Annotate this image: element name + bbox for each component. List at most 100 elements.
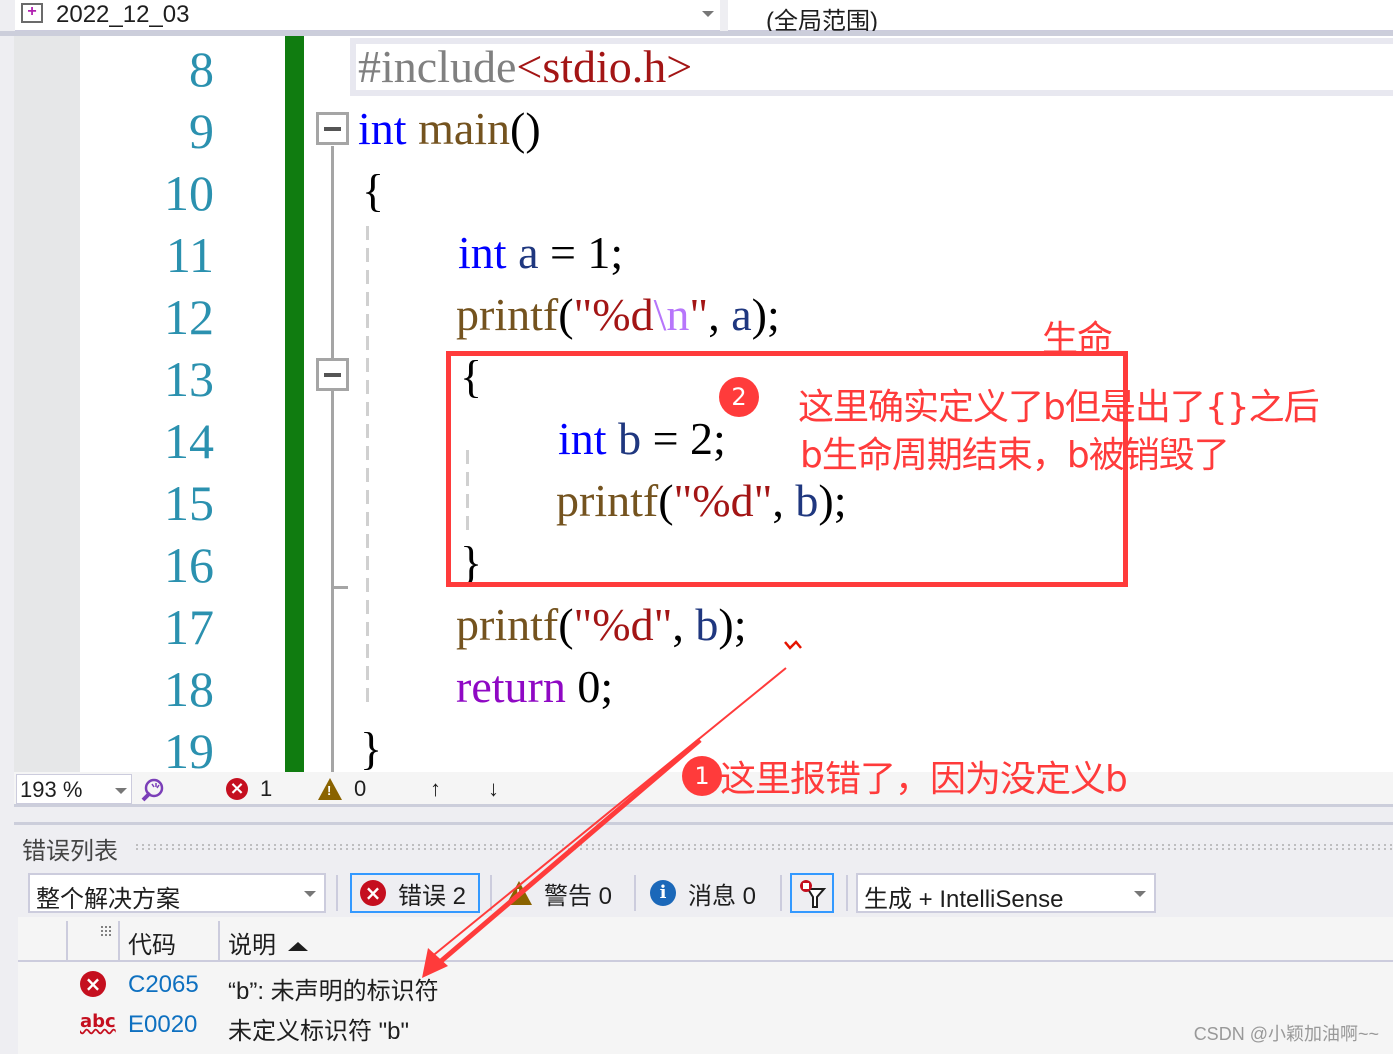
watermark: CSDN @小颖加油啊~~ [1193,1024,1379,1044]
keyword: int [358,103,407,154]
column-header-description-label: 说明 [228,932,276,959]
error-row[interactable]: abc E0020 未定义标识符 "b" [18,1005,1393,1045]
messages-filter-toggle[interactable]: i 消息 0 [642,873,764,913]
outline-end-tick [334,586,348,589]
error-count-indicator[interactable]: × 1 [226,776,272,802]
error-list-grid: 代码 说明 × C2065 “b”: 未声明的标识符 abc E0020 未定义… [18,917,1393,1054]
scope-dropdown[interactable]: (全局范围) [728,0,1393,35]
code-health-icon[interactable] [140,778,164,804]
toolbar-separator [336,875,338,911]
parens: () [510,103,541,154]
panel-title: 错误列表 [22,838,118,865]
project-dropdown[interactable]: + 2022_12_03 [15,0,720,31]
previous-issue-button[interactable]: ↑ [430,776,441,802]
function-name: printf [456,289,559,340]
collapse-main-toggle[interactable] [316,112,349,145]
annotation-note-2-line2: b生命周期结束，b被销毁了 [800,435,1230,476]
error-count: 1 [260,776,273,801]
annotation-lifetime-label: 生命 [1042,319,1113,360]
statement-end: ); [751,289,780,340]
warnings-filter-label: 警告 0 [544,882,613,910]
error-icon: × [360,880,386,906]
variable: a [731,289,752,340]
code-line-10: { [362,165,385,216]
statement-end: ); [718,599,747,650]
build-filter-button[interactable] [790,873,834,913]
paren: ( [558,599,574,650]
code-line-12: printf("%d\n", a); [456,284,780,346]
zoom-level-value: 193 % [20,777,83,802]
annotation-badge-2: 2 [719,377,759,417]
comma: , [708,289,732,340]
error-description: “b”: 未声明的标识符 [228,978,439,1005]
error-list-panel: 错误列表 整个解决方案 × 错误 2 ! 警告 0 i 消息 0 生成 + In… [14,822,1393,1054]
chevron-down-icon [115,788,127,794]
preprocessor-directive: #include [358,41,517,92]
error-code-link[interactable]: E0020 [128,1011,197,1039]
column-separator[interactable] [66,921,68,961]
warning-count: 0 [354,776,367,801]
panel-drag-grip[interactable] [134,843,1393,851]
column-header-code[interactable]: 代码 [128,925,176,960]
line-number: 12 [164,289,214,345]
error-icon: × [80,971,106,997]
paren: ( [558,289,574,340]
line-number: 17 [164,599,214,655]
line-number: 14 [164,413,214,469]
variable: a [518,227,539,278]
collapse-block-toggle[interactable] [316,358,349,391]
messages-filter-label: 消息 0 [688,882,757,910]
arrow-down-icon: ↓ [488,776,499,801]
code-line-8: #include<stdio.h> [358,36,692,98]
function-name: main [418,103,511,154]
line-number: 19 [164,723,214,772]
outline-line [331,146,334,772]
line-number: 10 [164,165,214,221]
annotation-badge-1: 1 [682,756,722,796]
column-separator[interactable] [218,921,220,961]
code-line-19: } [360,723,383,772]
assignment: = 1; [538,227,624,278]
code-line-18: return 0; [456,656,613,718]
navigation-bar: + 2022_12_03 (全局范围) [0,0,1393,36]
error-icon: × [226,778,248,800]
toolbar-separator [780,875,782,911]
column-chooser-icon[interactable] [100,925,112,937]
line-number: 8 [189,41,214,97]
errors-filter-toggle[interactable]: × 错误 2 [350,873,480,913]
scope-filter-value: 整个解决方案 [36,886,180,913]
line-number: 16 [164,537,214,593]
arrow-up-icon: ↑ [430,776,441,801]
scope-filter-dropdown[interactable]: 整个解决方案 [28,873,326,913]
string-literal: "%d" [573,599,673,650]
string-literal: "%d [573,289,654,340]
code-line-11: int a = 1; [458,222,623,284]
filter-icon [800,880,827,908]
source-filter-dropdown[interactable]: 生成 + IntelliSense [856,873,1156,913]
code-line-9: int main() [358,98,541,160]
next-issue-button[interactable]: ↓ [488,776,499,802]
comma: , [672,599,696,650]
errors-filter-label: 错误 2 [398,882,467,910]
warnings-filter-toggle[interactable]: ! 警告 0 [498,873,620,913]
chevron-down-icon [1134,891,1146,897]
return-value: 0; [565,661,614,712]
line-number: 18 [164,661,214,717]
error-row[interactable]: × C2065 “b”: 未声明的标识符 [18,965,1393,1005]
column-separator[interactable] [118,921,120,961]
error-squiggle-icon [784,640,802,650]
info-icon: i [650,880,676,906]
header-name: <stdio.h> [516,41,693,92]
toolbar-separator [490,875,492,911]
grid-header: 代码 说明 [18,917,1393,962]
warning-count-indicator[interactable]: ! 0 [318,776,366,802]
chevron-down-icon [304,891,316,897]
error-description: 未定义标识符 "b" [228,1018,410,1045]
source-filter-value: 生成 + IntelliSense [864,886,1064,913]
keyword: int [458,227,507,278]
zoom-level-dropdown[interactable]: 193 % [16,774,132,804]
error-code-link[interactable]: C2065 [128,971,199,999]
line-number: 9 [189,103,214,159]
undefined-variable[interactable]: b [695,599,718,650]
column-header-description[interactable]: 说明 [228,925,308,960]
